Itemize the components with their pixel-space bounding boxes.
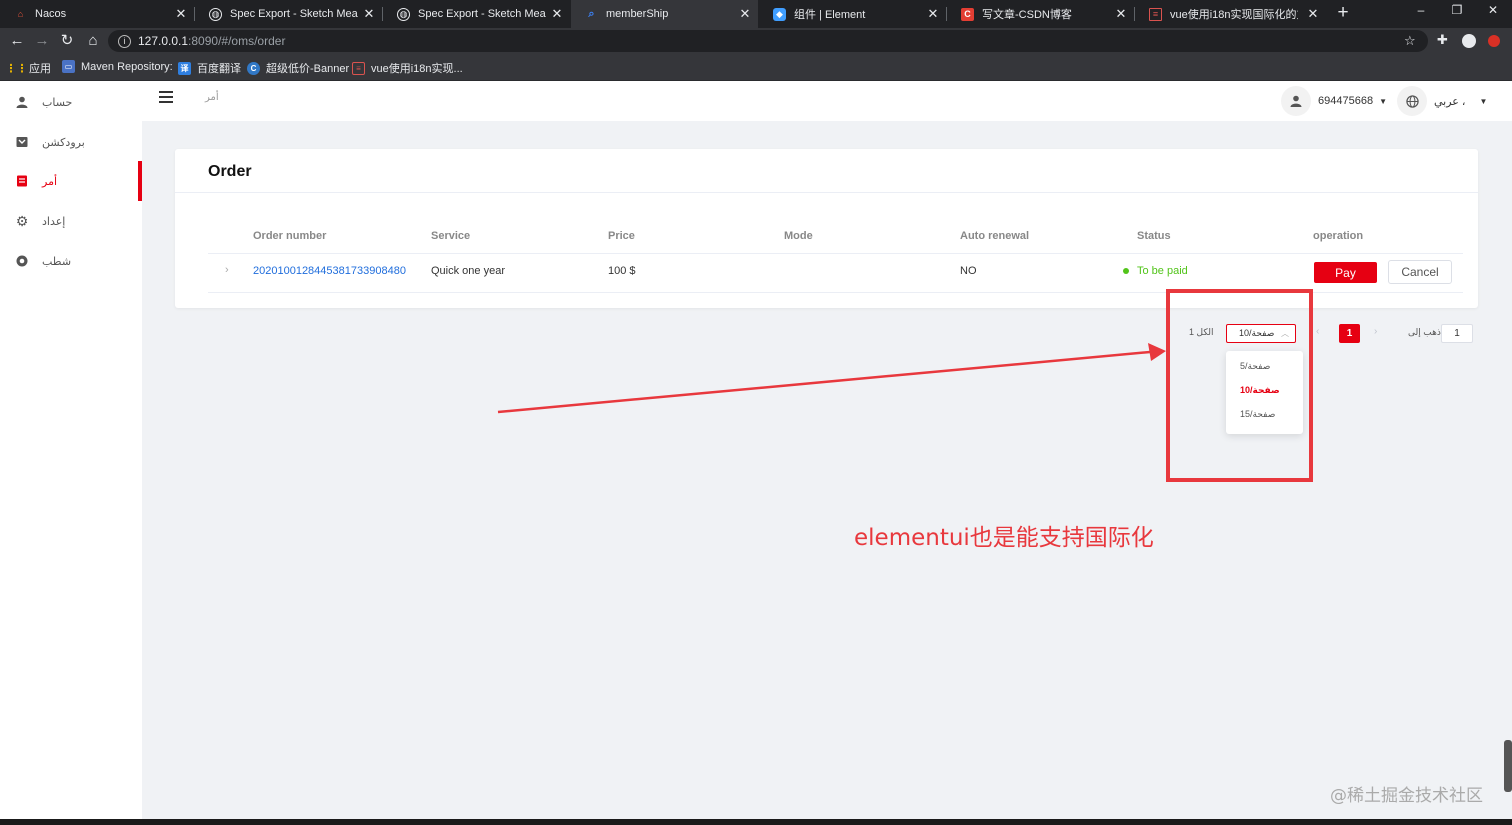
csdn-icon: C: [961, 7, 974, 21]
bookmark-label: vue使用i18n实现...: [371, 63, 463, 75]
translate-icon: 译: [178, 61, 191, 75]
scrollbar-thumb[interactable]: [1504, 740, 1512, 792]
close-icon[interactable]: ✕: [1114, 6, 1128, 22]
tab-title: 写文章-CSDN博客: [982, 9, 1072, 21]
browser-tab-bar: ⌂ Nacos ✕ ◍ Spec Export - Sketch Measure…: [0, 0, 1512, 28]
bookmark-apps[interactable]: ⋮⋮ 应用: [5, 60, 52, 76]
bookmark-baidu-translate[interactable]: 译 百度翻译: [178, 60, 241, 76]
minimize-button[interactable]: –: [1411, 3, 1431, 17]
new-tab-button[interactable]: +: [1334, 2, 1352, 24]
tab-title: Spec Export - Sketch Measure: [230, 8, 358, 20]
nacos-icon: ⌂: [17, 9, 24, 19]
tab-title: Nacos: [35, 8, 67, 20]
browser-tab-csdn[interactable]: C 写文章-CSDN博客 ✕: [947, 0, 1134, 28]
search-icon: ⌕: [588, 7, 595, 20]
close-icon[interactable]: ✕: [362, 6, 376, 22]
browser-tab-membership[interactable]: ⌕ memberShip ✕: [571, 0, 758, 28]
bookmark-banner[interactable]: C 超级低价-Banner: [247, 60, 349, 76]
url-field[interactable]: i 127.0.0.1:8090/#/oms/order: [108, 30, 1428, 52]
forward-arrow-icon[interactable]: →: [33, 32, 51, 49]
annotation-arrow-icon: [497, 343, 1166, 414]
extensions-puzzle-icon[interactable]: ✚: [1437, 32, 1451, 47]
close-icon[interactable]: ✕: [738, 6, 752, 22]
bookmark-vue-i18n[interactable]: ≡ vue使用i18n实现...: [352, 60, 463, 76]
profile-avatar-icon[interactable]: [1462, 34, 1476, 48]
close-icon[interactable]: ✕: [174, 6, 188, 22]
close-icon[interactable]: ✕: [1306, 6, 1320, 22]
extension-red-icon[interactable]: [1488, 35, 1500, 47]
annotation-text: elementui也是能支持国际化: [854, 525, 1154, 551]
browser-tab-nacos[interactable]: ⌂ Nacos ✕: [0, 0, 194, 28]
browser-tab-vue-i18n[interactable]: ≡ vue使用i18n实现国际化的方法 ✕: [1135, 0, 1326, 28]
taskbar: [0, 819, 1512, 825]
doc-icon: ≡: [352, 61, 365, 75]
bookmark-label: Maven Repository:: [81, 60, 173, 73]
url-host: 127.0.0.1: [138, 34, 189, 48]
address-toolbar: ← → ↻ ⌂ i 127.0.0.1:8090/#/oms/order ☆ ✚: [0, 28, 1512, 54]
back-arrow-icon[interactable]: ←: [8, 32, 26, 49]
tab-title: 组件 | Element: [794, 9, 866, 21]
bookmarks-bar: ⋮⋮ 应用 ▭ Maven Repository: 译 百度翻译 C 超级低价-…: [0, 54, 1512, 81]
bookmark-label: 超级低价-Banner: [266, 63, 350, 75]
home-icon[interactable]: ⌂: [84, 32, 102, 49]
reload-icon[interactable]: ↻: [58, 32, 76, 49]
bookmark-label: 应用: [29, 63, 51, 75]
tab-title: Spec Export - Sketch Measure: [418, 8, 546, 20]
browser-tab-spec-export-2[interactable]: ◍ Spec Export - Sketch Measure ✕: [383, 0, 570, 28]
browser-tab-element[interactable]: ◆ 组件 | Element ✕: [759, 0, 946, 28]
element-icon: ◆: [773, 7, 786, 21]
url-path: :8090/#/oms/order: [188, 34, 286, 48]
close-icon[interactable]: ✕: [926, 6, 940, 22]
bookmark-maven[interactable]: ▭ Maven Repository:: [62, 60, 173, 73]
window-close-button[interactable]: ✕: [1483, 3, 1503, 17]
doc-icon: ≡: [1149, 7, 1162, 21]
globe-icon: ◍: [209, 7, 222, 21]
watermark: @稀土掘金技术社区: [1330, 786, 1483, 806]
site-info-icon[interactable]: i: [118, 34, 131, 48]
globe-icon: ◍: [397, 7, 410, 21]
close-icon[interactable]: ✕: [550, 6, 564, 22]
tab-title: vue使用i18n实现国际化的方法: [1170, 9, 1298, 21]
c-logo-icon: C: [247, 61, 260, 75]
tab-title: memberShip: [606, 8, 669, 20]
browser-tab-spec-export-1[interactable]: ◍ Spec Export - Sketch Measure ✕: [195, 0, 382, 28]
apps-grid-icon: ⋮⋮: [5, 62, 28, 75]
maven-icon: ▭: [62, 60, 75, 73]
web-page: حساب برودكشن أمر ⚙ إعداد شطب أمر 6944756…: [0, 81, 1512, 819]
bookmark-star-icon[interactable]: ☆: [1404, 33, 1416, 49]
restore-button[interactable]: ❐: [1447, 3, 1467, 17]
bookmark-label: 百度翻译: [197, 63, 241, 75]
